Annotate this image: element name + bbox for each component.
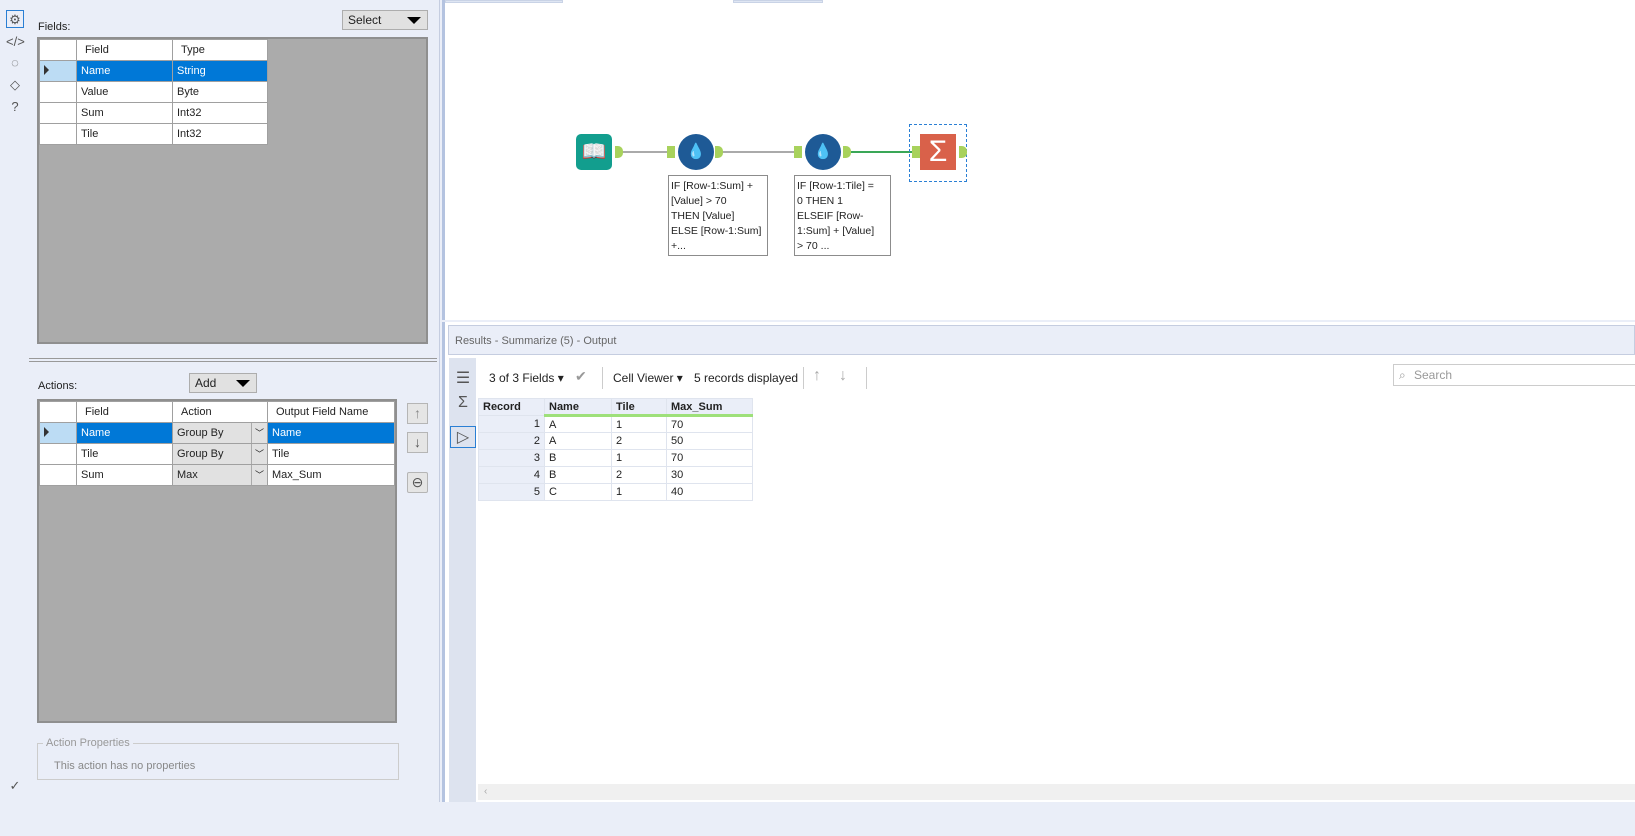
action-properties-text: This action has no properties: [54, 760, 196, 772]
code-icon[interactable]: </>: [6, 33, 25, 51]
arrow-down-icon[interactable]: ↓: [839, 367, 847, 385]
output-anchor-icon[interactable]: ▷: [450, 426, 476, 448]
action-properties-group: Action Properties This action has no pro…: [37, 737, 399, 780]
actions-row[interactable]: Sum Max ﹀ Max_Sum: [39, 464, 395, 486]
fields-row[interactable]: Sum Int32: [39, 102, 268, 124]
summarize-tool-icon[interactable]: Σ: [920, 134, 956, 170]
results-toolbar: 3 of 3 Fields ▾ ✔ Cell Viewer ▾ 5 record…: [477, 362, 1635, 394]
input-anchor[interactable]: [667, 146, 675, 158]
action-combo[interactable]: Group By ﹀: [172, 422, 268, 444]
connection: [851, 151, 917, 153]
apply-check-icon[interactable]: ✔: [575, 368, 587, 385]
move-up-button[interactable]: ↑: [407, 403, 428, 424]
input-anchor[interactable]: [912, 146, 920, 158]
column-header-output-field-name[interactable]: Output Field Name: [267, 401, 395, 423]
results-panel: Results - Summarize (5) - Output ☰ Σ ▷ 3…: [442, 322, 1635, 802]
multi-row-formula-tool-icon[interactable]: 💧: [805, 134, 841, 170]
remove-action-button[interactable]: ⊖: [407, 472, 428, 493]
actions-label: Actions:: [38, 380, 78, 392]
connection: [723, 151, 797, 153]
input-anchor[interactable]: [794, 146, 802, 158]
row-pointer-icon: [44, 426, 49, 437]
column-header-max-sum[interactable]: Max_Sum: [666, 398, 753, 417]
table-row[interactable]: 5 C 1 40: [478, 483, 753, 501]
cell-viewer-dropdown[interactable]: Cell Viewer ▾: [613, 371, 683, 385]
workflow-canvas[interactable]: 📖 💧 💧 Σ IF [Row-1:Sum] + [Value] > 70 TH…: [442, 0, 1635, 320]
chevron-down-icon: ﹀: [251, 444, 267, 464]
row-pointer-icon: [44, 64, 49, 75]
canvas-tab[interactable]: [445, 0, 563, 3]
actions-grid: Field Action Output Field Name Name Group B…: [37, 399, 397, 723]
action-combo[interactable]: Max ﹀: [172, 464, 268, 486]
select-dropdown-label: Select: [348, 13, 382, 27]
add-dropdown[interactable]: Add: [189, 373, 257, 393]
output-anchor[interactable]: [959, 146, 967, 158]
move-down-button[interactable]: ↓: [407, 432, 428, 453]
column-header-field[interactable]: Field: [76, 39, 173, 61]
configuration-panel: ⚙ </> ◌ ◇ ? ✓ Fields: Select Field Type N…: [0, 0, 440, 802]
column-header-type[interactable]: Type: [172, 39, 268, 61]
horizontal-scrollbar[interactable]: ‹: [478, 784, 1635, 800]
gear-icon[interactable]: ⚙: [6, 10, 24, 28]
multi-row-formula-tool-icon[interactable]: 💧: [678, 134, 714, 170]
select-dropdown[interactable]: Select: [342, 10, 428, 30]
output-anchor[interactable]: [615, 146, 623, 158]
fields-row[interactable]: Value Byte: [39, 81, 268, 103]
table-view-icon[interactable]: ☰: [453, 368, 473, 390]
column-header-action[interactable]: Action: [172, 401, 268, 423]
search-icon: ⌕: [1399, 368, 1406, 382]
results-title: Results - Summarize (5) - Output: [448, 325, 1635, 355]
fields-selector[interactable]: 3 of 3 Fields ▾: [489, 371, 564, 385]
add-dropdown-label: Add: [195, 376, 217, 390]
input-data-tool-icon[interactable]: 📖: [576, 134, 612, 170]
results-table: Record Name Tile Max_Sum 1 A 1 70 2 A 2 50 3 B 1 70 …: [478, 398, 753, 501]
records-displayed: 5 records displayed: [694, 371, 799, 385]
scroll-left-icon: ‹: [484, 786, 488, 797]
config-icon-strip: ⚙ </> ◌ ◇ ? ✓: [0, 0, 29, 802]
action-properties-title: Action Properties: [43, 737, 133, 749]
fields-row[interactable]: Tile Int32: [39, 123, 268, 145]
fields-row[interactable]: Name String: [39, 60, 268, 82]
actions-row[interactable]: Tile Group By ﹀ Tile: [39, 443, 395, 465]
column-header-record[interactable]: Record: [478, 398, 545, 416]
tool-annotation: IF [Row-1:Sum] + [Value] > 70 THEN [Valu…: [668, 175, 768, 256]
search-input[interactable]: ⌕ Search: [1393, 364, 1635, 386]
table-row[interactable]: 4 B 2 30: [478, 466, 753, 484]
column-header-field[interactable]: Field: [76, 401, 173, 423]
panel-splitter[interactable]: [29, 358, 437, 362]
fields-grid: Field Type Name String Value Byte Sum Int32 …: [37, 37, 428, 344]
sigma-icon[interactable]: Σ: [453, 394, 473, 416]
actions-row[interactable]: Name Group By ﹀ Name: [39, 422, 395, 444]
table-row[interactable]: 3 B 1 70: [478, 449, 753, 467]
chevron-down-icon: ﹀: [251, 423, 267, 443]
column-header-name[interactable]: Name: [544, 398, 612, 417]
output-anchor[interactable]: [843, 146, 851, 158]
action-combo[interactable]: Group By ﹀: [172, 443, 268, 465]
canvas-tab[interactable]: [733, 0, 823, 3]
check-circle-icon: ✓: [9, 778, 21, 793]
chevron-down-icon: ﹀: [251, 465, 267, 485]
output-anchor[interactable]: [715, 146, 723, 158]
tool-annotation: IF [Row-1:Tile] = 0 THEN 1 ELSEIF [Row- …: [794, 175, 891, 256]
table-row[interactable]: 2 A 2 50: [478, 432, 753, 450]
tag-icon[interactable]: ◇: [6, 76, 24, 94]
column-header-tile[interactable]: Tile: [611, 398, 667, 417]
help-icon[interactable]: ?: [6, 98, 24, 116]
results-side-strip: ☰ Σ ▷: [449, 358, 476, 802]
annotation-icon[interactable]: ◌: [6, 54, 24, 72]
arrow-up-icon[interactable]: ↑: [813, 367, 821, 385]
table-row[interactable]: 1 A 1 70: [478, 415, 753, 433]
fields-label: Fields:: [38, 21, 71, 33]
